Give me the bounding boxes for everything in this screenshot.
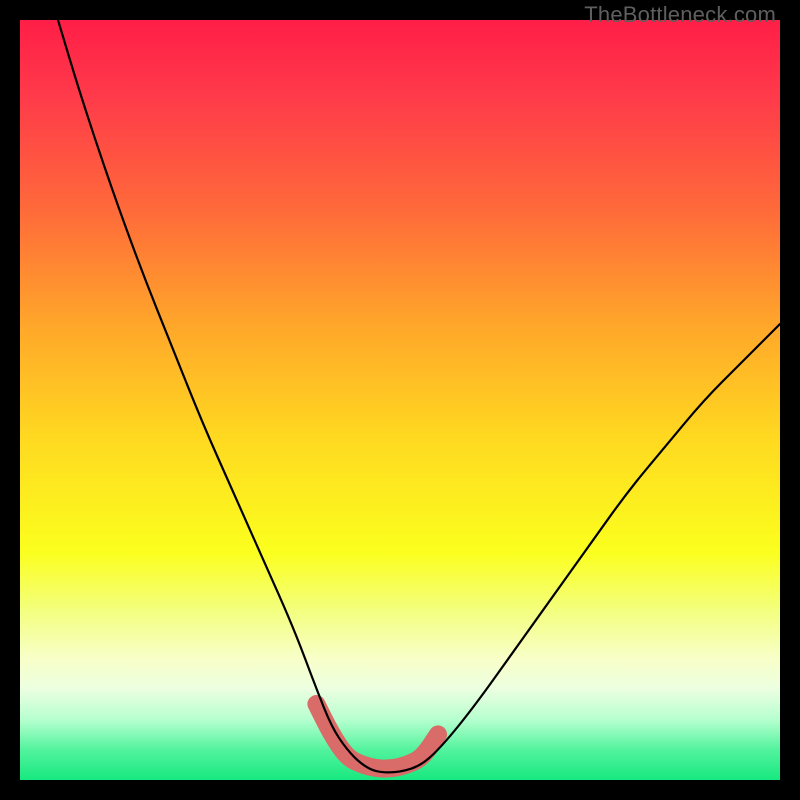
chart-frame bbox=[20, 20, 780, 780]
watermark-text: TheBottleneck.com bbox=[584, 2, 776, 28]
chart-background bbox=[20, 20, 780, 780]
chart-svg bbox=[20, 20, 780, 780]
